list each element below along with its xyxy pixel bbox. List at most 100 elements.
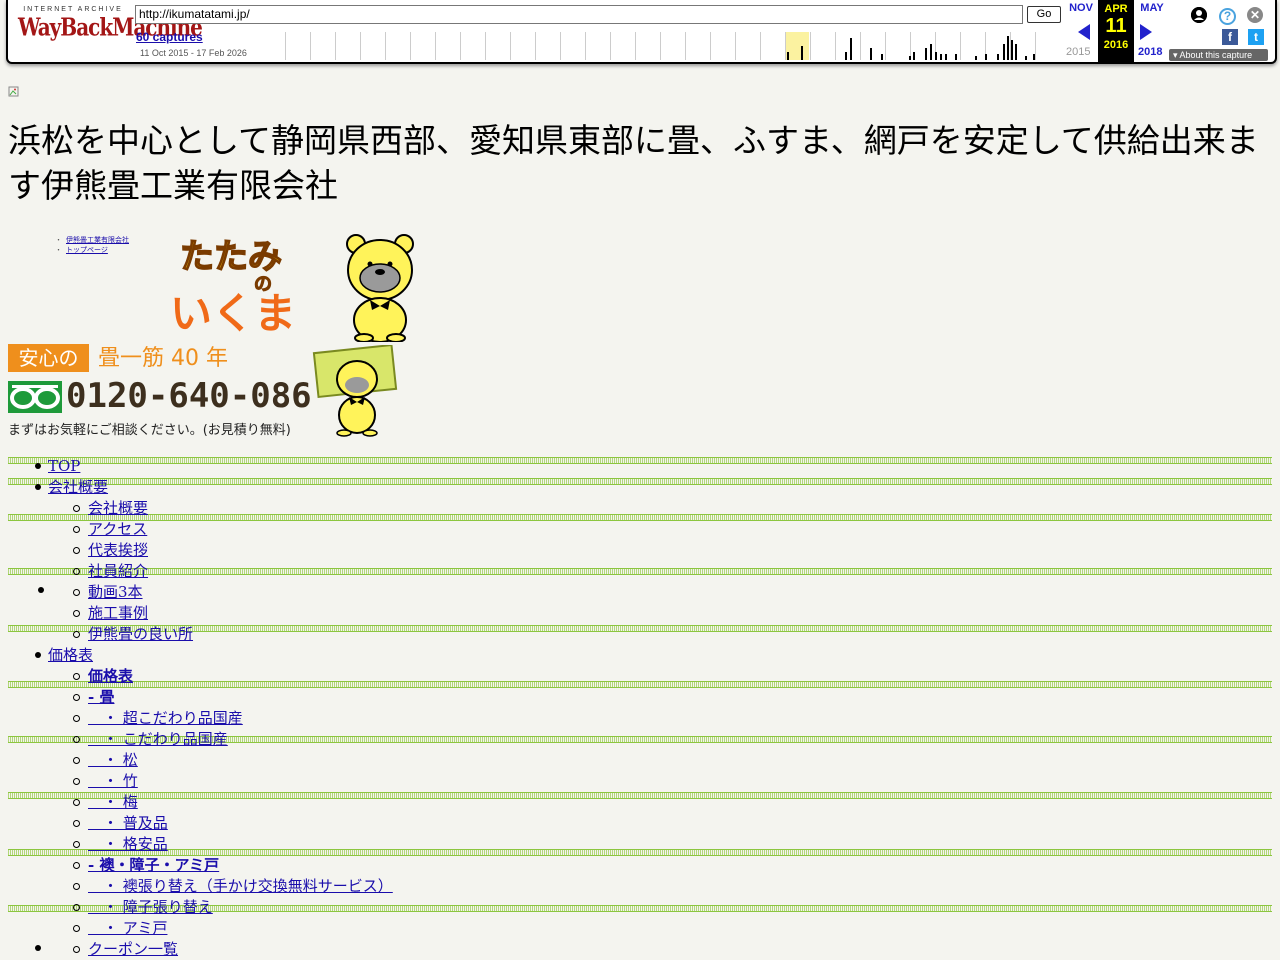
prev-month-link[interactable]: NOV	[1064, 2, 1098, 14]
year-divider	[560, 32, 561, 60]
next-capture-arrow-icon[interactable]	[1140, 24, 1152, 40]
menu-bullet	[73, 925, 80, 932]
menu-link[interactable]: 代表挨拶	[88, 540, 148, 561]
year-divider	[760, 32, 761, 60]
menu-bullet	[38, 587, 44, 593]
about-capture-label: About this capture	[1179, 50, 1253, 60]
twitter-icon[interactable]: t	[1248, 29, 1264, 45]
wayback-toolbar: INTERNET ARCHIVE WayBackMachine http://i…	[6, 0, 1277, 64]
close-icon[interactable]: ✕	[1247, 7, 1263, 23]
mini-nav-item: 伊熊畳工業有限会社	[55, 236, 129, 246]
capture-bar[interactable]	[870, 48, 872, 60]
capture-bar[interactable]	[1015, 44, 1017, 60]
mini-nav-company-link[interactable]: 伊熊畳工業有限会社	[66, 237, 129, 244]
capture-bar[interactable]	[945, 54, 947, 60]
menu-link[interactable]: 社員紹介	[88, 561, 148, 582]
site-logo[interactable]: たたみ の いくま	[170, 232, 424, 342]
capture-bar[interactable]	[1033, 54, 1035, 60]
year-divider	[610, 32, 611, 60]
phone-number[interactable]: 0120-640-086	[66, 374, 312, 418]
menu-link[interactable]: - 畳	[88, 687, 114, 708]
menu-link[interactable]: ・ 障子張り替え	[88, 897, 213, 918]
capture-bar[interactable]	[881, 54, 883, 60]
next-year-link[interactable]: 2018	[1138, 46, 1162, 58]
capture-bar[interactable]	[935, 52, 937, 60]
menu-link[interactable]: ・ 超こだわり品国産	[88, 708, 243, 729]
capture-bar[interactable]	[997, 54, 999, 60]
menu-link[interactable]: ・ 格安品	[88, 834, 168, 855]
menu-separator	[8, 792, 1272, 799]
menu-link[interactable]: 会社概要	[88, 498, 148, 519]
menu-bullet	[73, 904, 80, 911]
capture-bar[interactable]	[909, 56, 911, 60]
capture-bar[interactable]	[985, 54, 987, 60]
capture-bar[interactable]	[801, 46, 803, 60]
capture-bar[interactable]	[850, 38, 852, 60]
menu-link[interactable]: クーポン一覧	[88, 939, 178, 960]
menu-bullet	[73, 526, 80, 533]
year-divider	[685, 32, 686, 60]
menu-link[interactable]: アクセス	[88, 519, 147, 540]
current-capture-date: APR 11 2016	[1098, 0, 1134, 62]
year-divider	[660, 32, 661, 60]
menu-link[interactable]: ・ 松	[88, 750, 138, 771]
year-divider	[810, 32, 811, 60]
wayback-logo[interactable]: INTERNET ARCHIVE WayBackMachine	[18, 6, 203, 52]
menu-link[interactable]: ・ アミ戸	[88, 918, 167, 939]
menu-link[interactable]: - 襖・障子・アミ戸	[88, 855, 219, 876]
menu-bullet	[73, 610, 80, 617]
year-divider	[785, 32, 786, 60]
menu-link[interactable]: ・ 普及品	[88, 813, 168, 834]
menu-bullet	[73, 820, 80, 827]
user-icon[interactable]	[1191, 7, 1207, 23]
facebook-icon[interactable]: f	[1222, 29, 1238, 45]
current-month: APR	[1104, 3, 1128, 15]
capture-bar[interactable]	[930, 44, 932, 60]
menu-link[interactable]: 会社概要	[48, 477, 108, 498]
capture-bar[interactable]	[1007, 36, 1009, 60]
slogan-text: 畳一筋 40 年	[98, 346, 228, 371]
url-input[interactable]: http://ikumatatami.jp/	[135, 5, 1023, 24]
help-icon[interactable]: ?	[1219, 8, 1236, 25]
go-button[interactable]: Go	[1027, 6, 1061, 23]
capture-bar[interactable]	[940, 54, 942, 60]
capture-bar[interactable]	[975, 56, 977, 60]
next-month-link[interactable]: MAY	[1136, 2, 1168, 14]
menu-link[interactable]: ・ 竹	[88, 771, 138, 792]
capture-bar[interactable]	[913, 52, 915, 60]
prev-capture-arrow-icon[interactable]	[1078, 24, 1090, 40]
capture-bar[interactable]	[787, 52, 789, 60]
capture-bar[interactable]	[1025, 56, 1027, 60]
current-year: 2016	[1103, 39, 1129, 51]
year-divider	[835, 32, 836, 60]
menu-link[interactable]: 伊熊畳の良い所	[88, 624, 193, 645]
menu-link[interactable]: ・ 梅	[88, 792, 138, 813]
year-divider	[485, 32, 486, 60]
menu-link[interactable]: 価格表	[48, 645, 93, 666]
menu-link[interactable]: ・ こだわり品国産	[88, 729, 228, 750]
logo-text-bottom: いくま	[170, 289, 296, 338]
menu-bullet	[73, 589, 80, 596]
about-capture-dropdown[interactable]: ▾ About this capture	[1169, 49, 1268, 61]
year-divider	[360, 32, 361, 60]
capture-bar[interactable]	[955, 54, 957, 60]
menu-separator	[8, 514, 1272, 521]
menu-link[interactable]: 価格表	[88, 666, 133, 687]
year-divider	[435, 32, 436, 60]
menu-link[interactable]: 動画3本	[88, 582, 143, 603]
capture-bar[interactable]	[1011, 40, 1013, 60]
menu-bullet	[35, 945, 41, 951]
capture-bar[interactable]	[925, 48, 927, 60]
consult-text: まずはお気軽にご相談ください。(お見積り無料)	[8, 423, 291, 438]
capture-sparkline[interactable]	[285, 32, 1060, 60]
menu-bullet	[73, 946, 80, 953]
capture-bar[interactable]	[845, 52, 847, 60]
menu-link[interactable]: TOP	[48, 456, 80, 477]
capture-date-range: 11 Oct 2015 - 17 Feb 2026	[140, 48, 247, 58]
menu-bullet	[73, 715, 80, 722]
menu-link[interactable]: 施工事例	[88, 603, 148, 624]
mini-nav-top-link[interactable]: トップページ	[66, 247, 108, 254]
capture-bar[interactable]	[1003, 44, 1005, 60]
menu-link[interactable]: ・ 襖張り替え（手かけ交換無料サービス）	[88, 876, 393, 897]
captures-link[interactable]: 60 captures	[136, 30, 203, 44]
